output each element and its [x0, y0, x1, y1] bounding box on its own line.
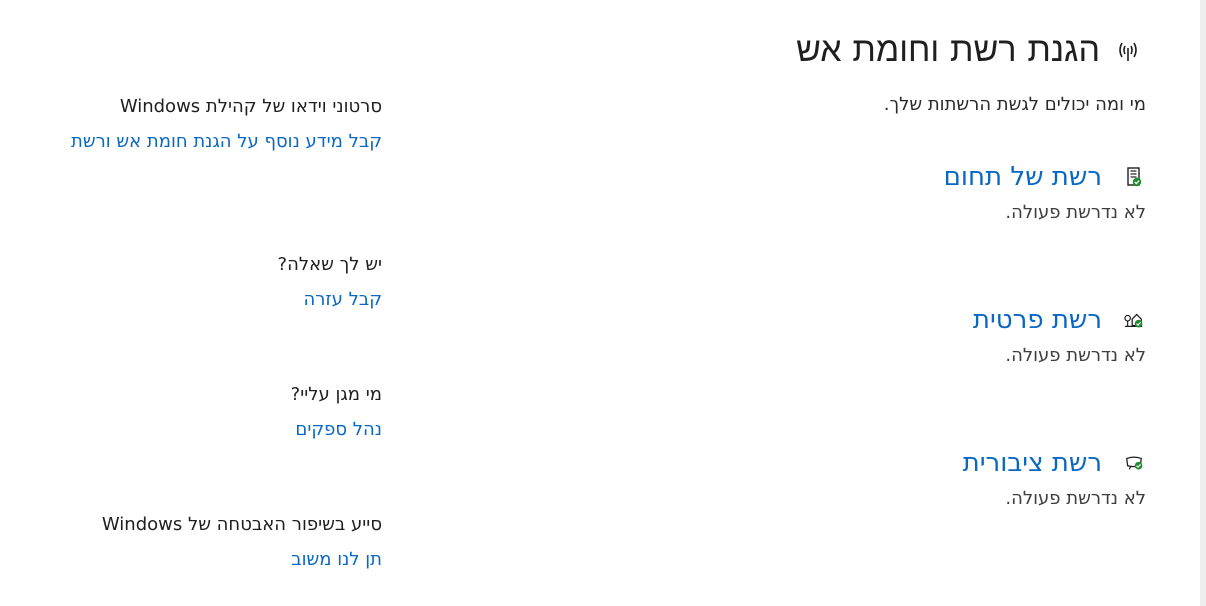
private-network-section: רשת פרטית לא נדרשת פעולה.	[676, 303, 1146, 366]
public-network-section: רשת ציבורית לא נדרשת פעולה.	[676, 446, 1146, 509]
give-feedback-link[interactable]: תן לנו משוב	[56, 548, 382, 572]
domain-network-header: רשת של תחום	[676, 160, 1146, 194]
who-protects-heading: מי מגן עליי?	[290, 384, 382, 405]
learn-more-firewall-link[interactable]: קבל מידע נוסף על הגנת חומת אש ורשת	[56, 130, 382, 154]
domain-network-status: לא נדרשת פעולה.	[1005, 202, 1146, 223]
main-column: הגנת רשת וחומת אש מי ומה יכולים לגשת הרש…	[676, 28, 1146, 115]
window-edge-strip	[1200, 0, 1206, 606]
question-block: יש לך שאלה? קבל עזרה	[56, 252, 382, 312]
improve-security-block: סייע בשיפור האבטחה של Windows תן לנו משו…	[56, 512, 382, 572]
domain-network-icon	[1124, 167, 1144, 187]
get-help-link[interactable]: קבל עזרה	[56, 288, 382, 312]
domain-network-link[interactable]: רשת של תחום	[944, 162, 1102, 192]
page-subtitle: מי ומה יכולים לגשת הרשתות שלך.	[883, 94, 1146, 115]
public-network-link[interactable]: רשת ציבורית	[963, 448, 1102, 478]
title-row: הגנת רשת וחומת אש	[676, 28, 1146, 72]
community-videos-block: סרטוני וידאו של קהילת Windows קבל מידע נ…	[56, 94, 382, 154]
public-network-icon	[1124, 453, 1144, 473]
wifi-antenna-icon	[1110, 32, 1146, 68]
question-heading: יש לך שאלה?	[277, 254, 382, 275]
private-network-header: רשת פרטית	[676, 303, 1146, 337]
page-title: הגנת רשת וחומת אש	[796, 30, 1100, 70]
public-network-header: רשת ציבורית	[676, 446, 1146, 480]
public-network-status: לא נדרשת פעולה.	[1005, 488, 1146, 509]
manage-providers-link[interactable]: נהל ספקים	[56, 418, 382, 442]
domain-network-section: רשת של תחום לא נדרשת פעולה.	[676, 160, 1146, 223]
private-network-icon	[1124, 310, 1144, 330]
firewall-network-protection-page: הגנת רשת וחומת אש מי ומה יכולים לגשת הרש…	[0, 0, 1206, 606]
private-network-link[interactable]: רשת פרטית	[973, 305, 1102, 335]
improve-security-heading: סייע בשיפור האבטחה של Windows	[101, 514, 382, 535]
who-protects-block: מי מגן עליי? נהל ספקים	[56, 382, 382, 442]
community-videos-heading: סרטוני וידאו של קהילת Windows	[119, 96, 382, 117]
private-network-status: לא נדרשת פעולה.	[1005, 345, 1146, 366]
